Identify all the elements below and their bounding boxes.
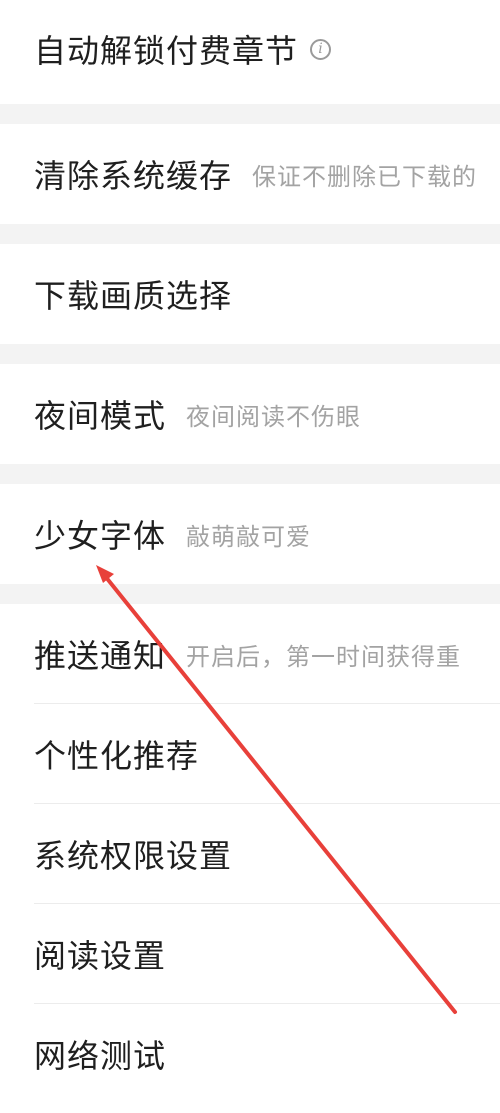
setting-row-system-permissions[interactable]: 系统权限设置: [0, 804, 500, 904]
setting-label: 自动解锁付费章节: [34, 32, 299, 70]
setting-row-reading-settings[interactable]: 阅读设置: [0, 904, 500, 1004]
setting-row-clear-cache[interactable]: 清除系统缓存 保证不删除已下载的: [0, 124, 500, 224]
setting-row-auto-unlock[interactable]: 自动解锁付费章节 i: [0, 0, 500, 104]
section-divider: [0, 104, 500, 124]
setting-description: 保证不删除已下载的: [252, 162, 478, 191]
setting-label: 清除系统缓存: [34, 157, 233, 195]
setting-label: 下载画质选择: [34, 277, 233, 315]
section-divider: [0, 344, 500, 364]
setting-label: 夜间模式: [34, 397, 167, 435]
setting-row-night-mode[interactable]: 夜间模式 夜间阅读不伤眼: [0, 364, 500, 464]
setting-description: 夜间阅读不伤眼: [186, 402, 362, 431]
setting-row-network-test[interactable]: 网络测试: [0, 1004, 500, 1104]
setting-row-girl-font[interactable]: 少女字体 敲萌敲可爱: [0, 484, 500, 584]
setting-label: 网络测试: [34, 1037, 167, 1075]
section-divider: [0, 584, 500, 604]
setting-label: 个性化推荐: [34, 737, 200, 775]
section-girl-font: 少女字体 敲萌敲可爱: [0, 484, 500, 584]
section-auto-unlock: 自动解锁付费章节 i: [0, 0, 500, 104]
section-night-mode: 夜间模式 夜间阅读不伤眼: [0, 364, 500, 464]
setting-label: 系统权限设置: [34, 837, 233, 875]
setting-label: 少女字体: [34, 517, 167, 555]
info-icon[interactable]: i: [310, 38, 332, 60]
section-divider: [0, 224, 500, 244]
setting-row-push-notification[interactable]: 推送通知 开启后，第一时间获得重: [0, 604, 500, 704]
setting-description: 开启后，第一时间获得重: [186, 642, 462, 671]
setting-row-personalized-recommendation[interactable]: 个性化推荐: [0, 704, 500, 804]
setting-row-download-quality[interactable]: 下载画质选择: [0, 244, 500, 344]
section-divider: [0, 464, 500, 484]
setting-label: 推送通知: [34, 637, 167, 675]
section-download-quality: 下载画质选择: [0, 244, 500, 344]
setting-description: 敲萌敲可爱: [186, 522, 312, 551]
section-clear-cache: 清除系统缓存 保证不删除已下载的: [0, 124, 500, 224]
section-general: 推送通知 开启后，第一时间获得重 个性化推荐 系统权限设置 阅读设置 网络测试: [0, 604, 500, 1104]
setting-label: 阅读设置: [34, 937, 167, 975]
